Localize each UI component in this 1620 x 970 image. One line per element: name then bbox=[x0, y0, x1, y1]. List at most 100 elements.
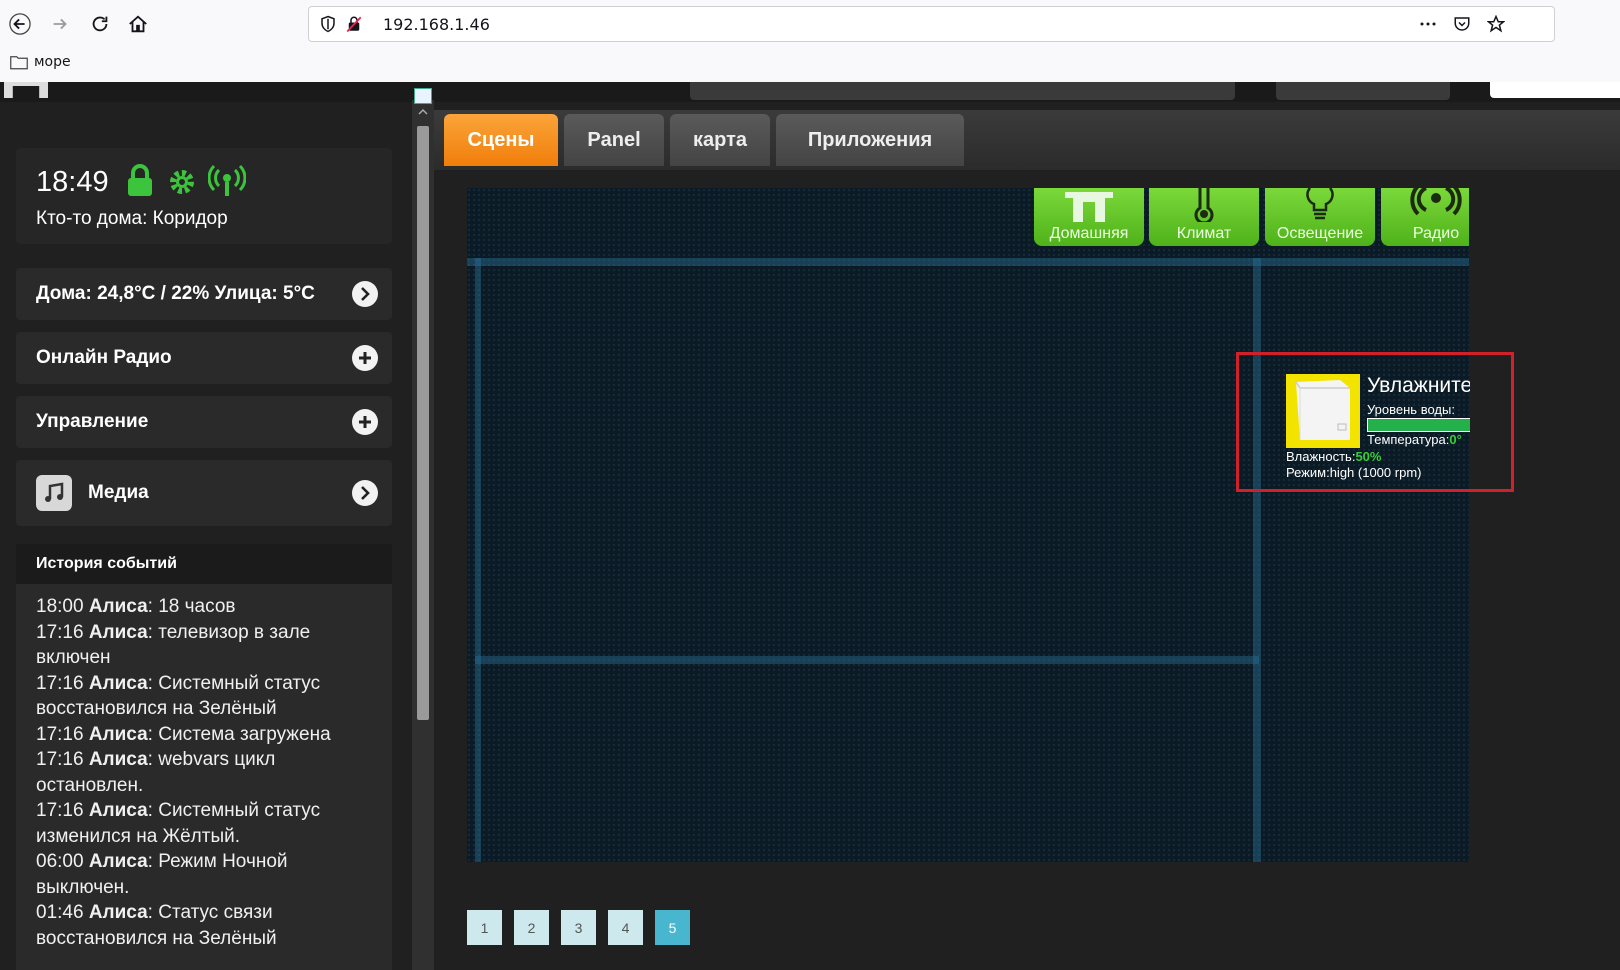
event-author: Алиса bbox=[88, 723, 148, 745]
folder-icon bbox=[10, 56, 28, 70]
lightbulb-icon bbox=[1306, 188, 1334, 220]
history-panel: 18:00 Алиса: 18 часов 17:16 Алиса: телеви… bbox=[16, 584, 392, 970]
shield-icon[interactable] bbox=[319, 15, 337, 33]
control-row[interactable]: Управление bbox=[16, 396, 392, 448]
scroll-up-icon[interactable] bbox=[417, 106, 429, 118]
page-button-4[interactable]: 4 bbox=[608, 910, 643, 945]
event-text: : Система загружена bbox=[147, 723, 331, 745]
panel-divider bbox=[1253, 258, 1261, 862]
reload-icon bbox=[92, 16, 108, 32]
event-time: 17:16 bbox=[36, 749, 89, 770]
scene-nav-home[interactable]: Домашняя bbox=[1034, 188, 1144, 246]
tab-apps[interactable]: Приложения bbox=[776, 114, 964, 166]
bookmarks-bar: море bbox=[0, 50, 1620, 80]
reload-button[interactable] bbox=[80, 4, 120, 44]
page-button-3[interactable]: 3 bbox=[561, 910, 596, 945]
url-text: 192.168.1.46 bbox=[383, 15, 490, 34]
logo-fragment bbox=[4, 82, 48, 98]
clock: 18:49 bbox=[36, 166, 109, 198]
forward-button[interactable] bbox=[40, 4, 80, 44]
tab-map[interactable]: карта bbox=[670, 114, 770, 166]
panel-divider bbox=[467, 258, 1469, 266]
weather-label: Дома: 24,8°C / 22% Улица: 5°C bbox=[36, 283, 315, 304]
thermometer-icon bbox=[1194, 188, 1214, 222]
tab-scenes[interactable]: Сцены bbox=[444, 114, 558, 166]
scene-nav-radio[interactable]: Радио bbox=[1381, 188, 1469, 246]
scene-nav-label: Климат bbox=[1176, 225, 1232, 242]
chevron-right-icon[interactable] bbox=[352, 281, 378, 307]
sidebar-scrollbar[interactable] bbox=[412, 88, 434, 970]
event-time: 17:16 bbox=[36, 621, 89, 643]
highlight-box bbox=[1236, 352, 1514, 492]
sidebar: 18:49 Кто-то дома: Коридор Дома: 24,8°C … bbox=[16, 148, 392, 970]
history-title: История событий bbox=[36, 555, 177, 572]
plus-icon[interactable] bbox=[352, 409, 378, 435]
media-row[interactable]: Медиа bbox=[16, 460, 392, 526]
bookmark-label: море bbox=[34, 54, 71, 70]
event-author: Алиса bbox=[88, 596, 148, 617]
control-label: Управление bbox=[36, 411, 149, 432]
online-radio-row[interactable]: Онлайн Радио bbox=[16, 332, 392, 384]
page-button-5[interactable]: 5 bbox=[655, 910, 690, 945]
back-button[interactable] bbox=[0, 4, 40, 44]
pocket-icon[interactable] bbox=[1453, 15, 1471, 33]
forward-arrow-icon bbox=[53, 18, 67, 30]
address-bar[interactable]: 192.168.1.46 bbox=[308, 6, 1555, 42]
history-event: 17:16 Алиса: Системный статус изменился … bbox=[36, 798, 366, 849]
control-panel-button[interactable] bbox=[1276, 82, 1450, 100]
history-event: 18:00 Алиса: 18 часов bbox=[36, 594, 366, 620]
event-author: Алиса bbox=[88, 800, 148, 821]
event-time: 17:16 bbox=[36, 672, 89, 694]
scene-nav-label: Домашняя bbox=[1049, 225, 1129, 242]
scene-nav-label: Освещение bbox=[1276, 225, 1364, 242]
scene-nav-lighting[interactable]: Освещение bbox=[1265, 188, 1375, 246]
panel-divider bbox=[475, 258, 481, 862]
bookmark-folder[interactable]: море bbox=[10, 54, 71, 70]
event-time: 06:00 bbox=[36, 851, 89, 872]
gear-icon[interactable] bbox=[166, 164, 198, 198]
scroll-widget-icon bbox=[414, 88, 432, 104]
history-event: 17:16 Алиса: webvars цикл остановлен. bbox=[36, 747, 366, 798]
online-radio-label: Онлайн Радио bbox=[36, 347, 172, 368]
page-button-1[interactable]: 1 bbox=[467, 910, 502, 945]
lock-icon[interactable] bbox=[124, 164, 156, 198]
back-arrow-icon bbox=[9, 13, 31, 35]
history-event: 17:16 Алиса: телевизор в зале включен bbox=[36, 620, 366, 671]
insecure-lock-icon[interactable] bbox=[345, 15, 363, 33]
radio-icon bbox=[1410, 188, 1462, 216]
event-time: 18:00 bbox=[36, 596, 89, 617]
scroll-thumb[interactable] bbox=[417, 126, 429, 720]
history-event: 17:16 Алиса: Система загружена bbox=[36, 722, 366, 748]
page-button-2[interactable]: 2 bbox=[514, 910, 549, 945]
status-icons bbox=[124, 164, 247, 198]
event-author: Алиса bbox=[88, 851, 148, 872]
browser-toolbar: 192.168.1.46 море bbox=[0, 0, 1620, 82]
chevron-right-icon[interactable] bbox=[352, 480, 378, 506]
music-note-icon bbox=[36, 475, 72, 511]
presence-status: Кто-то дома: Коридор bbox=[36, 208, 228, 229]
scene-pager: 12345 bbox=[467, 910, 690, 945]
media-controls-strip[interactable] bbox=[690, 82, 1235, 100]
event-time: 17:16 bbox=[36, 723, 89, 745]
event-text: : 18 часов bbox=[147, 596, 236, 617]
home-icon bbox=[1065, 192, 1113, 222]
event-author: Алиса bbox=[88, 902, 148, 923]
history-event: 06:00 Алиса: Режим Ночной выключен. bbox=[36, 849, 366, 900]
history-list: 18:00 Алиса: 18 часов 17:16 Алиса: телеви… bbox=[36, 594, 366, 951]
search-input[interactable] bbox=[1490, 82, 1620, 98]
web-page: 18:49 Кто-то дома: Коридор Дома: 24,8°C … bbox=[0, 82, 1620, 970]
history-event: 17:16 Алиса: Системный статус восстанови… bbox=[36, 671, 366, 722]
home-button[interactable] bbox=[118, 4, 158, 44]
more-dots-icon[interactable] bbox=[1419, 15, 1437, 33]
plus-icon[interactable] bbox=[352, 345, 378, 371]
top-strip bbox=[0, 82, 1620, 102]
scene-nav-climate[interactable]: Климат bbox=[1149, 188, 1259, 246]
event-author: Алиса bbox=[88, 621, 148, 643]
weather-row[interactable]: Дома: 24,8°C / 22% Улица: 5°C bbox=[16, 268, 392, 320]
tab-panel[interactable]: Panel bbox=[564, 114, 664, 166]
event-author: Алиса bbox=[88, 749, 148, 770]
scene-canvas: Домашняя Климат Освещение Радио bbox=[467, 188, 1469, 862]
star-icon[interactable] bbox=[1487, 15, 1505, 33]
event-time: 17:16 bbox=[36, 800, 89, 821]
antenna-icon[interactable] bbox=[207, 164, 247, 198]
